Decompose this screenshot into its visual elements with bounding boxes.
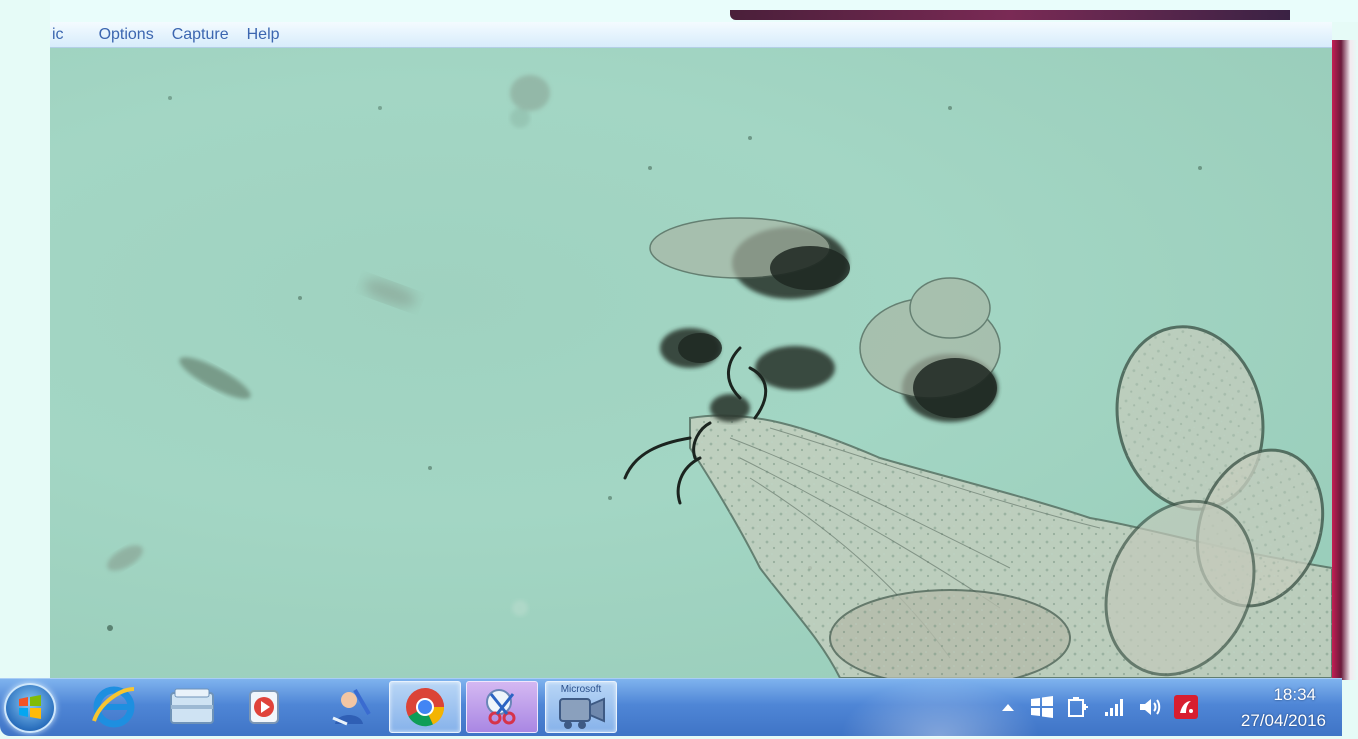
menu-item-help[interactable]: Help: [238, 23, 289, 47]
taskbar: Microsoft 18:34 27/04/2016: [0, 678, 1342, 737]
clock-time[interactable]: 18:34: [1273, 685, 1316, 705]
menu-item-file[interactable]: ic: [50, 23, 90, 47]
system-tray: 18:34 27/04/2016: [992, 679, 1342, 737]
left-frame: [0, 0, 50, 739]
snipping-tool-icon[interactable]: [466, 681, 538, 733]
power-plug-icon[interactable]: [1066, 695, 1090, 719]
antivirus-icon[interactable]: [1174, 695, 1198, 719]
show-hidden-icons-arrow[interactable]: [996, 695, 1020, 719]
desktop-screen: ic Options Capture Help Microsoft 18:34 …: [0, 0, 1358, 739]
clock-date[interactable]: 27/04/2016: [1241, 711, 1326, 731]
video-capture-app-icon[interactable]: Microsoft: [545, 681, 617, 733]
microscope-image: [107, 75, 1332, 678]
right-background-window: [1332, 40, 1358, 680]
file-explorer-icon[interactable]: [156, 681, 228, 733]
menu-item-capture[interactable]: Capture: [163, 23, 238, 47]
internet-explorer-icon[interactable]: [78, 681, 150, 733]
media-player-icon[interactable]: [228, 681, 300, 733]
start-orb-icon[interactable]: [4, 683, 56, 733]
chrome-icon[interactable]: [389, 681, 461, 733]
windows-flag-icon[interactable]: [1030, 695, 1054, 719]
menu-bar: ic Options Capture Help: [50, 22, 1332, 48]
menu-item-options[interactable]: Options: [90, 23, 163, 47]
video-capture-app-label: Microsoft: [561, 684, 602, 695]
capture-app-window: ic Options Capture Help: [50, 22, 1332, 678]
volume-icon[interactable]: [1138, 695, 1162, 719]
video-preview: [50, 48, 1332, 678]
background-window-edge: [730, 10, 1290, 20]
paint-app-icon[interactable]: [314, 681, 386, 733]
network-signal-icon[interactable]: [1102, 695, 1126, 719]
